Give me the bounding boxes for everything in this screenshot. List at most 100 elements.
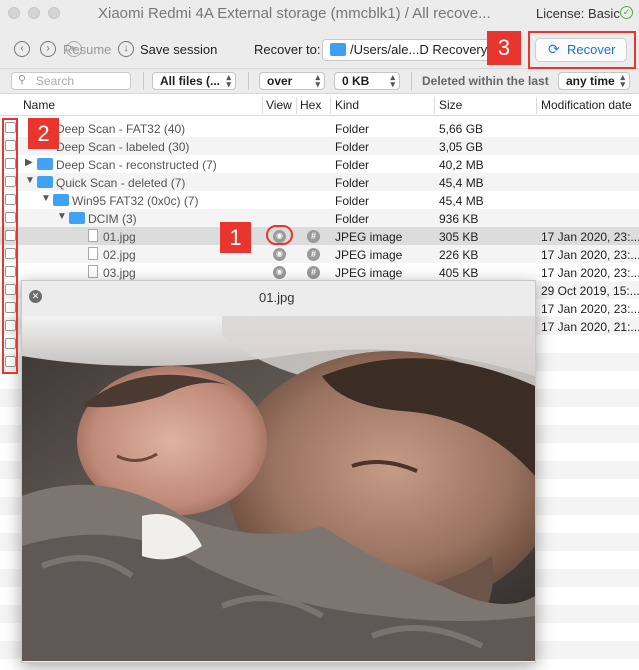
table-row[interactable]: 02.jpg ◉ # JPEG image 226 KB 17 Jan 2020… (0, 245, 639, 263)
annotation-badge-2: 2 (28, 118, 59, 149)
row-size: 305 KB (439, 230, 479, 244)
row-size: 405 KB (439, 266, 479, 280)
eye-icon[interactable]: ◉ (273, 266, 286, 279)
divider (143, 72, 144, 90)
annotation-highlight-recover (528, 31, 636, 69)
disclosure-triangle-icon[interactable]: ▼ (57, 211, 67, 222)
column-hex[interactable]: Hex (300, 98, 321, 112)
file-type-value: All files (... (160, 74, 221, 88)
row-name: DCIM (3) (88, 212, 137, 226)
table-row[interactable]: Deep Scan - labeled (30) Folder 3,05 GB (0, 137, 639, 155)
row-date: 17 Jan 2020, 23:... (541, 266, 639, 280)
row-name: Quick Scan - deleted (7) (56, 176, 186, 190)
file-icon (88, 247, 98, 260)
table-row[interactable]: ▼ Win95 FAT32 (0x0c) (7) Folder 45,4 MB (0, 191, 639, 209)
size-select[interactable]: 0 KB ▴ ▾ (334, 72, 400, 90)
zoom-window-button[interactable] (48, 7, 60, 19)
table-row[interactable]: ▶ Deep Scan - reconstructed (7) Folder 4… (0, 155, 639, 173)
close-window-button[interactable] (8, 7, 20, 19)
row-date: 17 Jan 2020, 23:... (541, 230, 639, 244)
row-name: Win95 FAT32 (0x0c) (7) (72, 194, 199, 208)
preview-title: 01.jpg (259, 290, 295, 305)
table-row[interactable]: ▼ Quick Scan - deleted (7) Folder 45,4 M… (0, 173, 639, 191)
row-size: 3,05 GB (439, 140, 484, 154)
row-kind: Folder (335, 176, 370, 190)
row-kind: Folder (335, 140, 370, 154)
row-name: Deep Scan - reconstructed (7) (56, 158, 217, 172)
window-title: Xiaomi Redmi 4A External storage (mmcblk… (98, 5, 491, 22)
size-value: 0 KB (342, 74, 370, 88)
column-kind[interactable]: Kind (335, 98, 359, 112)
check-icon: ✓ (620, 6, 633, 19)
row-date: 17 Jan 2020, 23:... (541, 248, 639, 262)
row-size: 45,4 MB (439, 176, 484, 190)
column-name[interactable]: Name (23, 98, 55, 112)
license-label[interactable]: License: Basic (536, 6, 620, 21)
annotation-badge-3: 3 (487, 31, 521, 65)
row-name: 01.jpg (103, 230, 136, 244)
annotation-highlight-checkboxes (2, 118, 18, 374)
table-row[interactable]: 03.jpg ◉ # JPEG image 405 KB 17 Jan 2020… (0, 263, 639, 281)
recover-path-text: /Users/ale...D Recovery (350, 42, 488, 57)
column-view[interactable]: View (266, 98, 292, 112)
chevron-updown-icon: ▴ ▾ (390, 72, 395, 89)
column-size[interactable]: Size (439, 98, 462, 112)
search-placeholder: Search (36, 74, 75, 88)
preview-image (22, 316, 535, 661)
hex-icon[interactable]: # (307, 248, 320, 261)
divider (411, 72, 412, 90)
row-name: 02.jpg (103, 248, 136, 262)
resume-label: Resume (63, 42, 112, 57)
back-icon[interactable]: ‹ (14, 41, 30, 57)
column-modification-date[interactable]: Modification date (541, 98, 632, 112)
hex-icon[interactable]: # (307, 230, 320, 243)
time-value: any time (566, 74, 615, 88)
disclosure-triangle-icon[interactable]: ▼ (41, 193, 51, 204)
row-name: Deep Scan - labeled (30) (56, 140, 190, 154)
annotation-highlight-eye (266, 225, 293, 245)
file-icon (88, 229, 98, 242)
disclosure-triangle-icon[interactable]: ▶ (25, 157, 33, 168)
resume-button[interactable]: Resume (63, 42, 111, 57)
chevron-updown-icon: ▴ ▾ (226, 72, 231, 89)
folder-icon (37, 176, 53, 188)
disclosure-triangle-icon[interactable]: ▼ (25, 175, 35, 186)
deleted-within-label: Deleted within the last (422, 74, 549, 88)
hex-icon[interactable]: # (307, 266, 320, 279)
divider (330, 97, 331, 114)
folder-icon (330, 43, 346, 56)
row-kind: JPEG image (335, 248, 403, 262)
annotation-badge-1: 1 (220, 222, 251, 253)
save-session-icon: ↓ (118, 41, 134, 57)
minimize-window-button[interactable] (28, 7, 40, 19)
recover-to-label: Recover to: (254, 42, 321, 57)
close-icon[interactable]: ✕ (29, 290, 42, 303)
size-operator-select[interactable]: over ▴ ▾ (259, 72, 325, 90)
divider (296, 97, 297, 114)
time-select[interactable]: any time ▴ ▾ (558, 72, 630, 90)
table-row-selected[interactable]: 01.jpg ◉ # JPEG image 305 KB 17 Jan 2020… (0, 227, 639, 245)
save-session-label: Save session (140, 42, 218, 57)
divider (248, 72, 249, 90)
table-row[interactable]: ▼ DCIM (3) Folder 936 KB (0, 209, 639, 227)
divider (536, 97, 537, 114)
eye-icon[interactable]: ◉ (273, 248, 286, 261)
forward-icon[interactable]: › (40, 41, 56, 57)
file-icon (88, 265, 98, 278)
row-kind: Folder (335, 194, 370, 208)
row-kind: JPEG image (335, 266, 403, 280)
row-kind: Folder (335, 122, 370, 136)
table-row[interactable]: Deep Scan - FAT32 (40) Folder 5,66 GB (0, 119, 639, 137)
row-kind: JPEG image (335, 230, 403, 244)
row-date: 17 Jan 2020, 21:... (541, 320, 639, 334)
row-name: Deep Scan - FAT32 (40) (56, 122, 186, 136)
chevron-updown-icon: ▴ ▾ (620, 72, 625, 89)
file-type-select[interactable]: All files (... ▴ ▾ (152, 72, 236, 90)
row-size: 45,4 MB (439, 194, 484, 208)
save-session-button[interactable]: Save session (140, 42, 217, 57)
folder-icon (37, 158, 53, 170)
size-operator-value: over (267, 74, 293, 88)
row-size: 226 KB (439, 248, 479, 262)
folder-icon (69, 212, 85, 224)
chevron-updown-icon: ▴ ▾ (315, 72, 320, 89)
